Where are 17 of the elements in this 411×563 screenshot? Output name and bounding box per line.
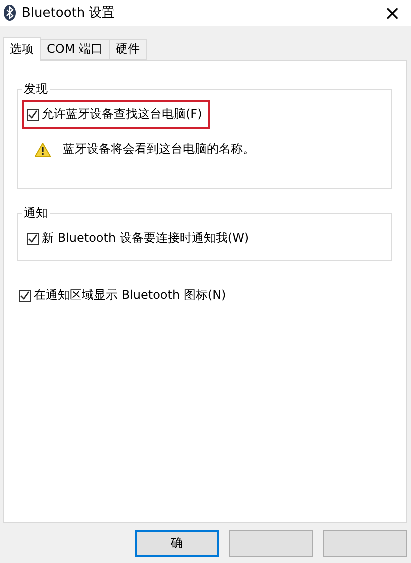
close-button[interactable]: × xyxy=(380,3,405,23)
window-title: Bluetooth 设置 xyxy=(22,5,116,22)
group-title: 发现 xyxy=(23,81,49,98)
warning-icon xyxy=(35,142,51,156)
checkbox-label: 新 Bluetooth 设备要连接时通知我(W) xyxy=(42,230,250,247)
bluetooth-icon xyxy=(4,5,16,21)
group-title: 通知 xyxy=(23,205,49,222)
checkbox[interactable] xyxy=(27,232,39,244)
tab[interactable]: 选项 xyxy=(3,37,41,61)
checkbox-label: 允许蓝牙设备查找这台电脑(F) xyxy=(42,106,202,123)
checkbox[interactable] xyxy=(19,290,31,302)
checkbox-label: 在通知区域显示 Bluetooth 图标(N) xyxy=(34,287,226,304)
tab[interactable]: COM 端口 xyxy=(40,39,110,60)
tab[interactable]: 硬件 xyxy=(109,39,147,60)
warning-text: 蓝牙设备将会看到这台电脑的名称。 xyxy=(63,141,255,158)
checkbox[interactable] xyxy=(27,108,39,120)
dialog-button[interactable]: 确 xyxy=(135,530,219,556)
